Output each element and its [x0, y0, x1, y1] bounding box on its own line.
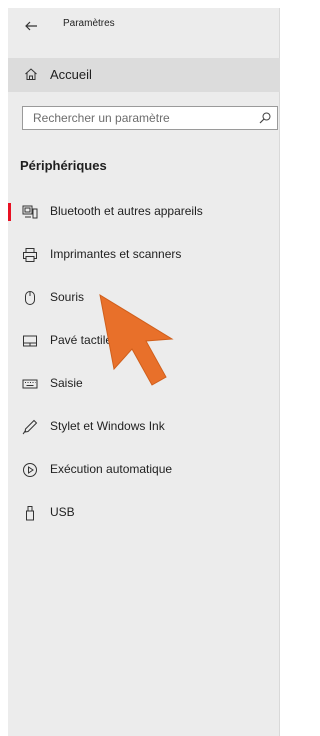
home-icon — [25, 68, 37, 80]
settings-search-box[interactable] — [22, 106, 278, 130]
nav-item-printers[interactable]: Imprimantes et scanners — [8, 239, 280, 269]
home-nav-item[interactable]: Accueil — [8, 58, 280, 92]
nav-item-label: Exécution automatique — [50, 462, 173, 476]
printer-icon — [23, 248, 37, 262]
autoplay-icon — [23, 463, 37, 477]
usb-icon — [26, 506, 34, 521]
selected-indicator — [8, 203, 11, 221]
nav-item-usb[interactable]: USB — [8, 497, 280, 527]
pointer-arrow-icon — [99, 293, 174, 386]
nav-item-label: Imprimantes et scanners — [50, 247, 182, 261]
home-label: Accueil — [50, 67, 92, 82]
nav-item-label: Saisie — [50, 376, 83, 390]
nav-item-bluetooth[interactable]: Bluetooth et autres appareils — [8, 196, 280, 226]
bluetooth-devices-icon — [22, 205, 38, 219]
nav-item-pen[interactable]: Stylet et Windows Ink — [8, 411, 280, 441]
mouse-icon — [25, 291, 35, 305]
nav-item-label: USB — [50, 505, 75, 519]
search-icon[interactable] — [259, 112, 271, 124]
section-title: Périphériques — [20, 158, 107, 173]
nav-item-label: Bluetooth et autres appareils — [50, 204, 203, 218]
touchpad-icon — [23, 335, 37, 347]
nav-item-autoplay[interactable]: Exécution automatique — [8, 454, 280, 484]
nav-item-label: Souris — [50, 290, 85, 304]
title-bar: Paramètres — [8, 8, 280, 44]
window-title: Paramètres — [63, 18, 115, 29]
nav-item-label: Stylet et Windows Ink — [50, 419, 165, 433]
keyboard-icon — [22, 379, 38, 389]
pen-icon — [22, 419, 38, 435]
back-arrow-icon — [25, 21, 37, 31]
search-input[interactable] — [23, 107, 263, 129]
back-button[interactable] — [22, 17, 40, 35]
